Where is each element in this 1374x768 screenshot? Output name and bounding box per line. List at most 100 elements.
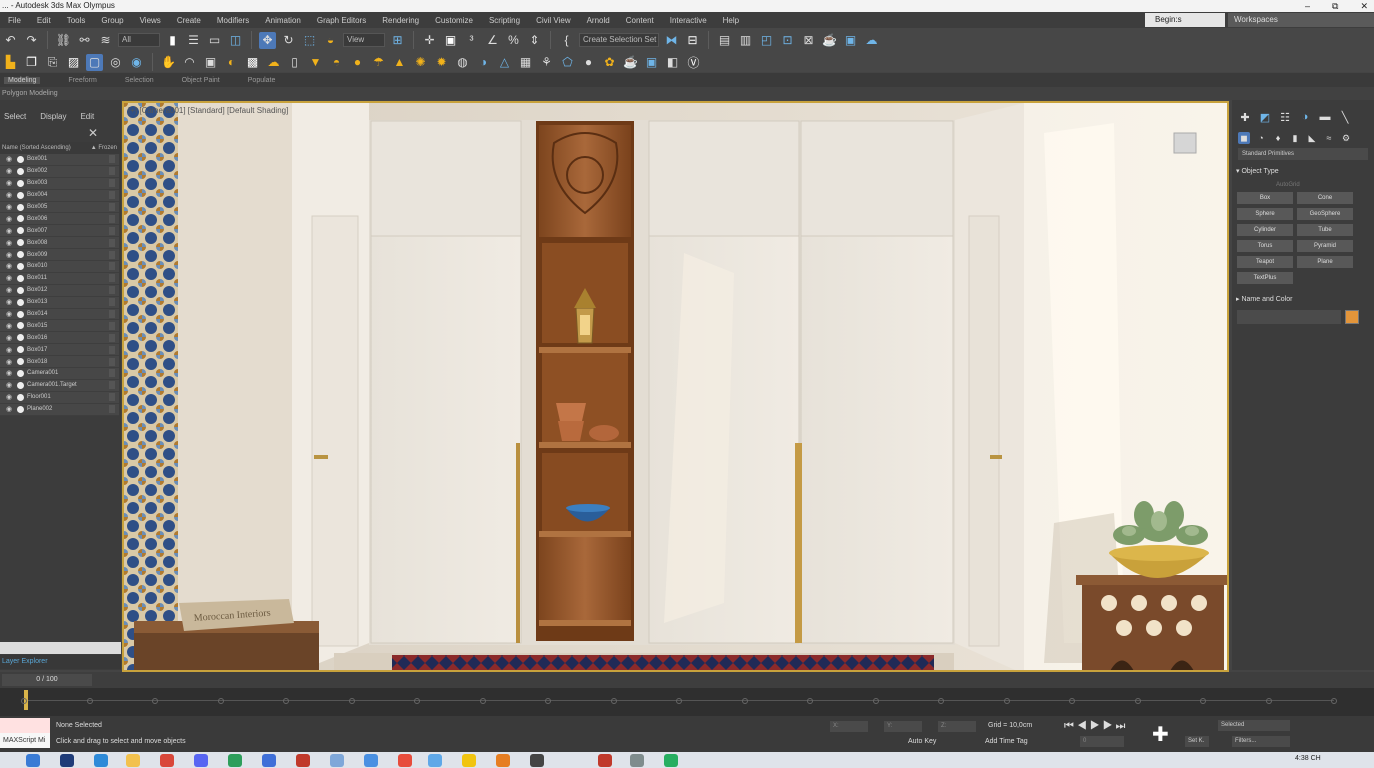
spacewarps-icon[interactable]: ≈ (1323, 132, 1335, 144)
hand-icon[interactable]: ✋ (160, 54, 177, 71)
scene-row[interactable]: ◉ Plane002 (0, 403, 119, 416)
app-icon[interactable] (462, 754, 476, 767)
app-icon[interactable] (496, 754, 510, 767)
scene-row[interactable]: ◉ Box005 (0, 201, 119, 214)
scene-row[interactable]: ◉ Box010 (0, 261, 119, 273)
schematic-view-icon[interactable]: ⊡ (779, 32, 796, 49)
place-icon[interactable]: ◒ (322, 32, 339, 49)
primitive-plane-button[interactable]: Plane (1297, 256, 1353, 268)
render-shot-icon[interactable]: ◧ (664, 54, 681, 71)
edit-named-sel-icon[interactable]: { (558, 32, 575, 49)
timeline-track[interactable] (0, 688, 1374, 716)
freeze-toggle[interactable] (109, 226, 115, 235)
freeze-toggle[interactable] (109, 155, 115, 164)
freeze-toggle[interactable] (109, 286, 115, 295)
freeze-toggle[interactable] (109, 333, 115, 342)
align-icon[interactable]: ⊟ (684, 32, 701, 49)
workspace-dropdown[interactable]: Workspaces (1228, 13, 1374, 27)
copy-icon[interactable]: ❐ (23, 54, 40, 71)
visibility-eye-icon[interactable]: ◉ (6, 322, 14, 330)
add-time-tag[interactable]: Add Time Tag (985, 738, 1028, 745)
curve-editor-icon[interactable]: ◰ (758, 32, 775, 49)
freeze-toggle[interactable] (109, 357, 115, 366)
add-icon[interactable]: ✚ (1152, 722, 1169, 747)
app-icon[interactable] (296, 754, 310, 767)
freeze-toggle[interactable] (109, 214, 115, 223)
visibility-eye-icon[interactable]: ◉ (6, 369, 14, 377)
primitive-cone-button[interactable]: Cone (1297, 192, 1353, 204)
tent-icon[interactable]: △ (496, 54, 513, 71)
scene-row[interactable]: ◉ Box017 (0, 344, 119, 357)
rendered-frame-icon[interactable]: ▣ (842, 32, 859, 49)
rect-region-icon[interactable]: ▭ (206, 32, 223, 49)
app-icon[interactable] (330, 754, 344, 767)
menu-views[interactable]: Views (132, 16, 169, 25)
selection-filter-dropdown[interactable]: All (118, 33, 160, 47)
scene-explorer-icon[interactable]: ▤ (716, 32, 733, 49)
shapes-icon[interactable]: ◔ (1255, 132, 1267, 144)
frame-counter[interactable]: 0 / 100 (2, 674, 92, 686)
menu-edit[interactable]: Edit (29, 16, 59, 25)
column-frozen-header[interactable]: ▲ Frozen (91, 142, 117, 154)
browser-icon[interactable] (94, 754, 108, 767)
scene-row[interactable]: ◉ Box009 (0, 249, 119, 262)
primitive-sphere-button[interactable]: Sphere (1237, 208, 1293, 220)
app-icon[interactable] (228, 754, 242, 767)
app-icon[interactable] (160, 754, 174, 767)
freeze-toggle[interactable] (109, 191, 115, 200)
ribbon-tab-modeling[interactable]: Modeling (4, 76, 41, 84)
maxscript-listener[interactable] (0, 718, 50, 733)
dome-icon[interactable]: ◓ (328, 54, 345, 71)
visibility-eye-icon[interactable]: ◉ (6, 227, 14, 235)
scene-row[interactable]: ◉ Box008 (0, 237, 119, 250)
render-production-icon[interactable]: ☁ (863, 32, 880, 49)
freeze-toggle[interactable] (109, 393, 115, 402)
scene-row[interactable]: ◉ Box013 (0, 296, 119, 309)
menu-modifiers[interactable]: Modifiers (209, 16, 257, 25)
bind-spacewarp-icon[interactable]: ≋ (97, 32, 114, 49)
app-icon[interactable] (530, 754, 544, 767)
visibility-eye-icon[interactable]: ◉ (6, 405, 14, 413)
name-color-rollout[interactable]: ▸ Name and Color (1236, 294, 1370, 306)
app-icon[interactable] (60, 754, 74, 767)
scene-row[interactable]: ◉ Box003 (0, 177, 119, 190)
window-crossing-icon[interactable]: ◫ (227, 32, 244, 49)
visibility-eye-icon[interactable]: ◉ (6, 215, 14, 223)
menu-rendering[interactable]: Rendering (374, 16, 427, 25)
explorer-search-field[interactable] (0, 642, 121, 654)
link-icon[interactable]: ⛓ (55, 32, 72, 49)
geometry-icon[interactable]: ◼ (1238, 132, 1250, 144)
set-key-button[interactable]: Set K. (1185, 736, 1209, 747)
camera-icon[interactable]: ▩ (244, 54, 261, 71)
ribbon-tab-selection[interactable]: Selection (125, 77, 154, 84)
explorer-menu-edit[interactable]: Edit (80, 112, 94, 124)
ribbon-tab-freeform[interactable]: Freeform (68, 77, 96, 84)
select-manipulate-icon[interactable]: ✛ (421, 32, 438, 49)
menu-group[interactable]: Group (93, 16, 131, 25)
scene-row[interactable]: ◉ Box006 (0, 213, 119, 226)
app-icon[interactable] (262, 754, 276, 767)
menu-create[interactable]: Create (169, 16, 209, 25)
lasso-icon[interactable]: ◠ (181, 54, 198, 71)
visibility-eye-icon[interactable]: ◉ (6, 191, 14, 199)
scale-icon[interactable]: ⬚ (301, 32, 318, 49)
visibility-eye-icon[interactable]: ◉ (6, 381, 14, 389)
time-slider-bar[interactable]: 0 / 100 (0, 672, 1374, 688)
layer-explorer-button[interactable]: Layer Explorer (0, 655, 121, 669)
select-by-name-icon[interactable]: ☰ (185, 32, 202, 49)
scene-row[interactable]: ◉ Box018 (0, 356, 119, 369)
current-frame-field[interactable]: 0 (1080, 736, 1124, 747)
scene-row[interactable]: ◉ Box007 (0, 225, 119, 238)
freeze-toggle[interactable] (109, 238, 115, 247)
menu-arnold[interactable]: Arnold (579, 16, 618, 25)
visibility-eye-icon[interactable]: ◉ (6, 286, 14, 294)
chat-icon[interactable] (194, 754, 208, 767)
primitive-textplus-button[interactable]: TextPlus (1237, 272, 1293, 284)
explorer-menu-select[interactable]: Select (4, 112, 26, 124)
layer-explorer-icon[interactable]: ▥ (737, 32, 754, 49)
light-icon[interactable]: ◐ (223, 54, 240, 71)
paste-icon[interactable]: ⎘ (44, 54, 61, 71)
freeze-toggle[interactable] (109, 179, 115, 188)
minimize-button[interactable]: – (1305, 0, 1310, 12)
orbit-icon[interactable]: ◉ (128, 54, 145, 71)
